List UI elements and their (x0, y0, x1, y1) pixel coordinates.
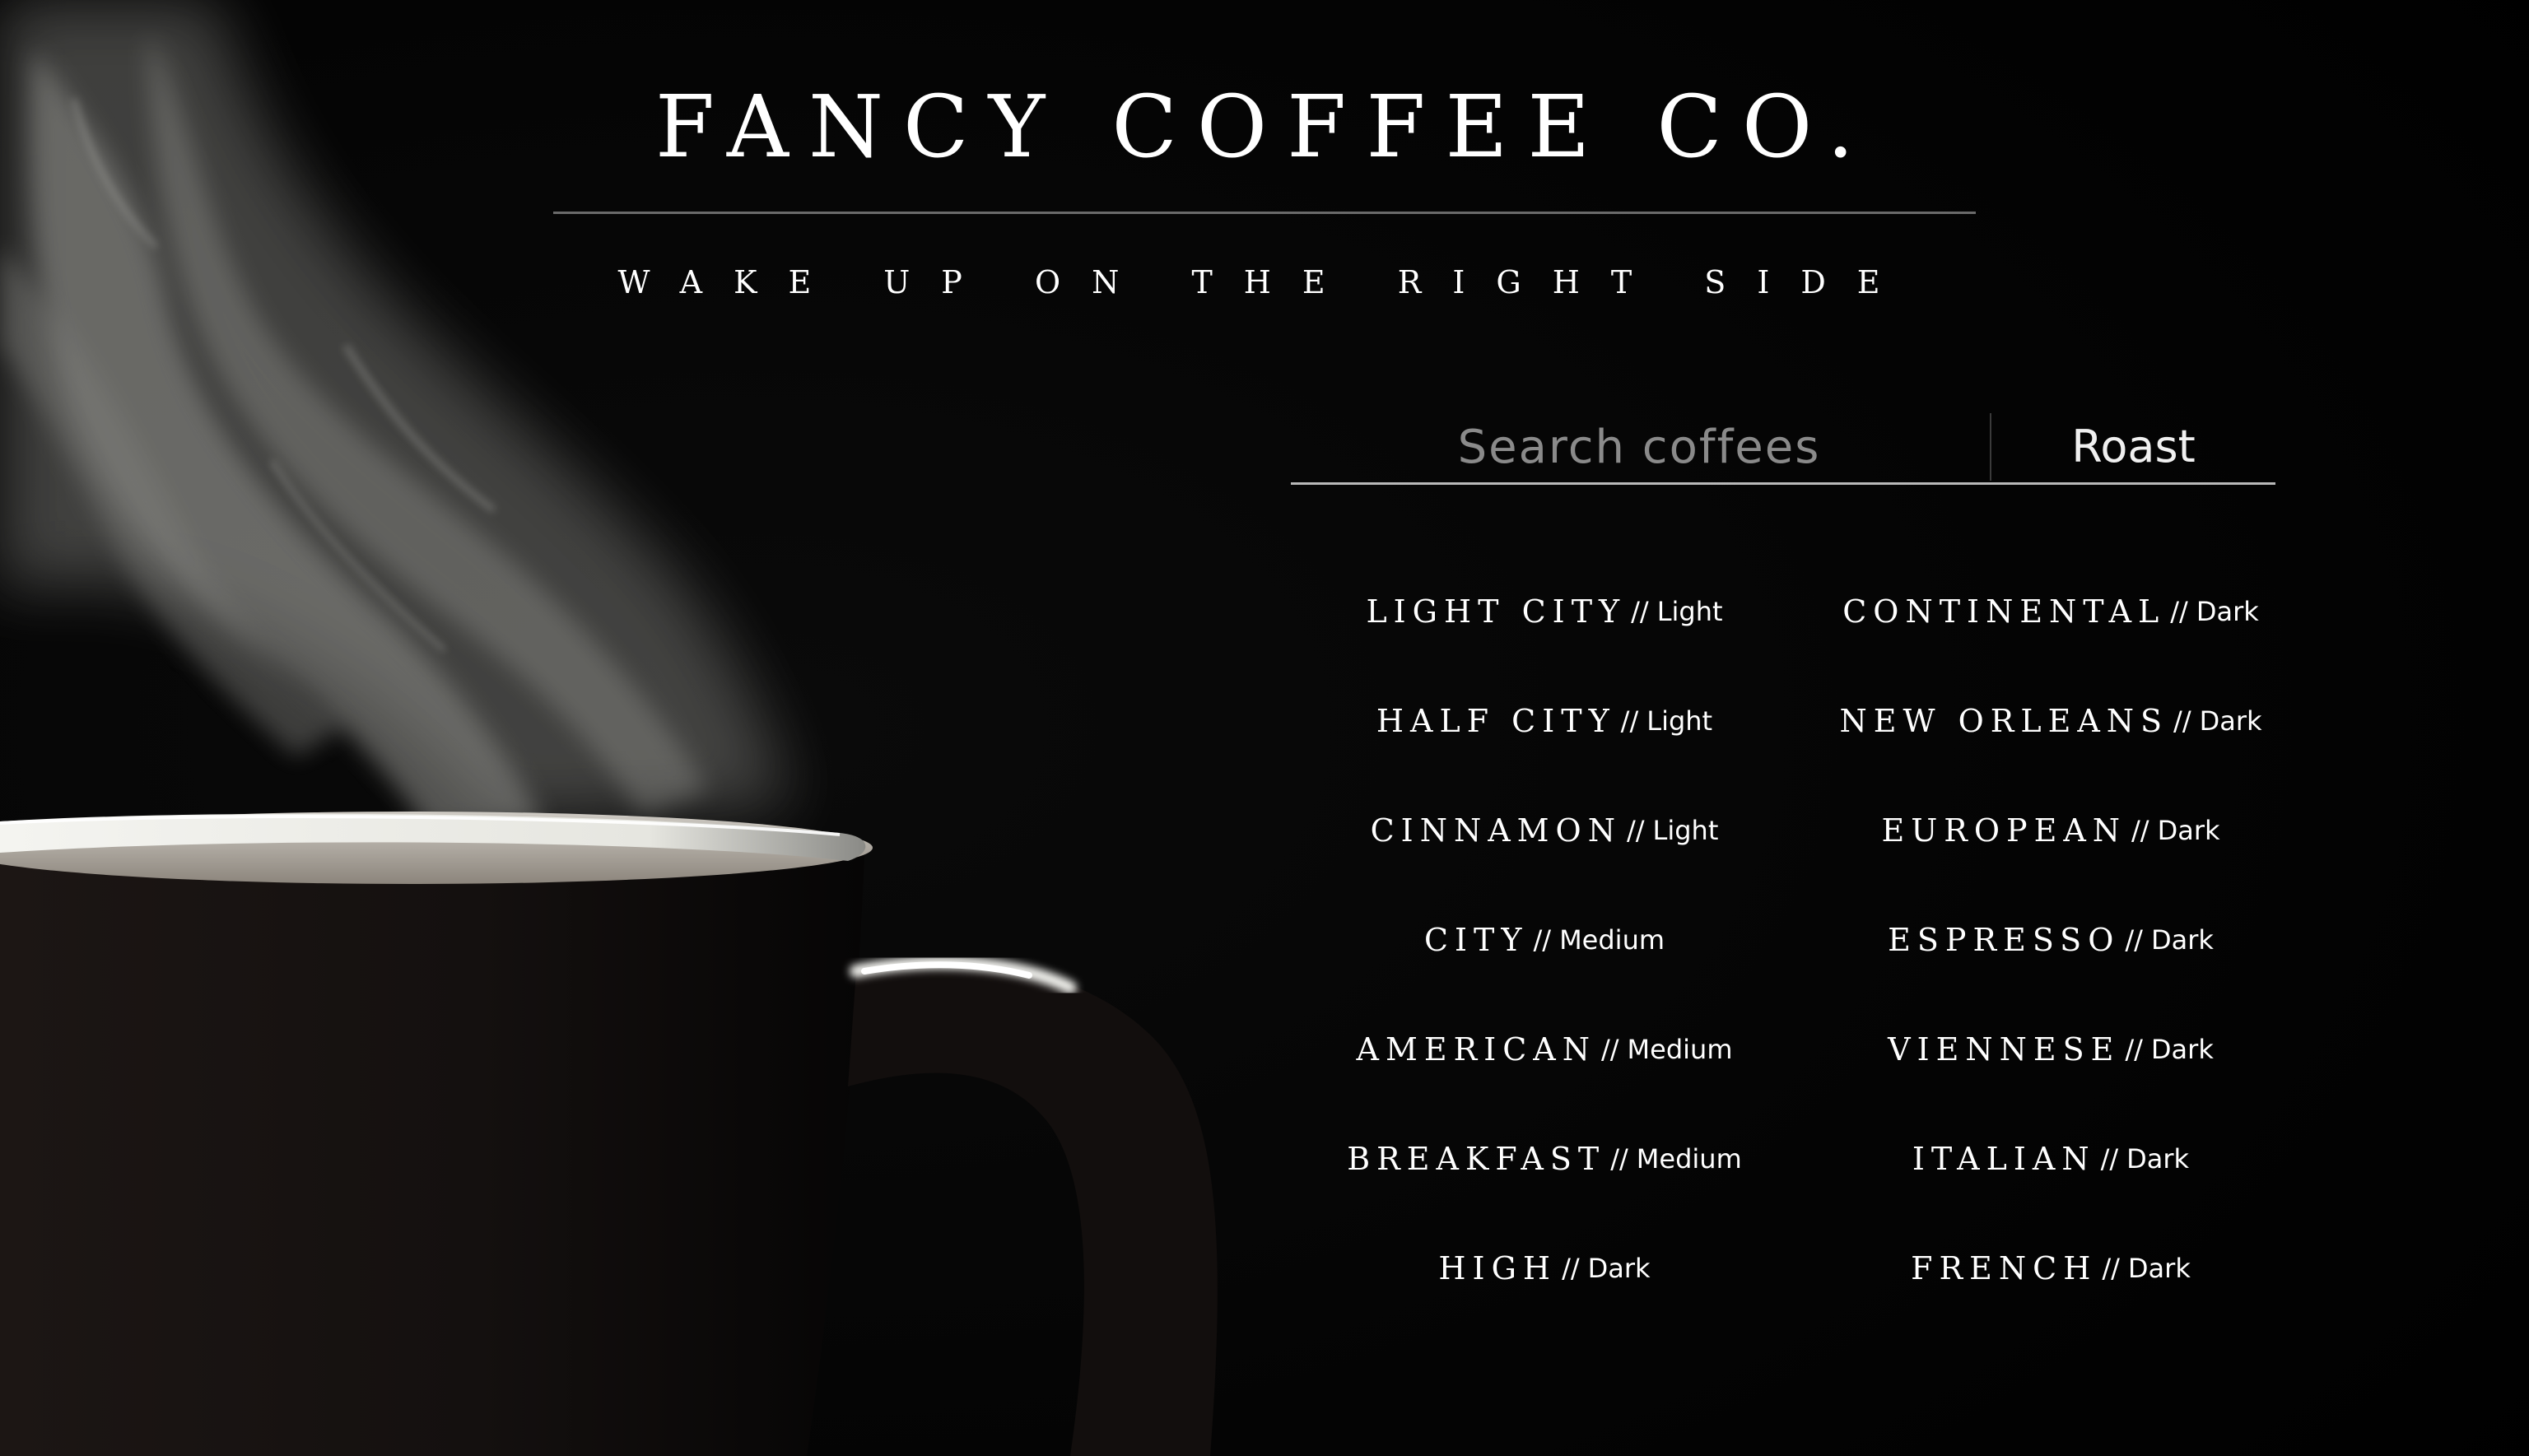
coffee-list-item[interactable]: CINNAMON//Light (1291, 775, 1798, 885)
roast-separator: // (2131, 814, 2149, 846)
coffee-roast: Light (1656, 595, 1723, 627)
coffee-list-item[interactable]: AMERICAN//Medium (1291, 994, 1798, 1104)
coffee-name: EUROPEAN (1881, 812, 2127, 849)
coffee-name: LIGHT CITY (1366, 593, 1627, 630)
coffee-name: ITALIAN (1912, 1140, 2096, 1177)
roast-filter-select[interactable]: Roast (1991, 412, 2275, 482)
roast-separator: // (1620, 705, 1639, 737)
coffee-name: CONTINENTAL (1842, 593, 2166, 630)
roast-separator: // (2170, 595, 2188, 627)
coffee-list-item[interactable]: CONTINENTAL//Dark (1798, 556, 2303, 666)
coffee-roast: Dark (1587, 1252, 1651, 1284)
coffee-roast: Light (1652, 814, 1719, 846)
coffee-name: ESPRESSO (1888, 921, 2121, 958)
roast-separator: // (1626, 814, 1645, 846)
coffee-name: HALF CITY (1376, 702, 1616, 739)
coffee-list-item[interactable]: VIENNESE//Dark (1798, 994, 2303, 1104)
roast-separator: // (2173, 705, 2191, 737)
coffee-list-item[interactable]: LIGHT CITY//Light (1291, 556, 1798, 666)
coffee-roast: Medium (1559, 923, 1665, 956)
brand-title: FANCY COFFEE CO. (654, 77, 1875, 177)
roast-separator: // (1600, 1033, 1619, 1065)
coffee-name: BREAKFAST (1347, 1140, 1606, 1177)
coffee-name: NEW ORLEANS (1839, 702, 2169, 739)
roast-separator: // (2100, 1142, 2119, 1175)
roast-separator: // (1631, 595, 1649, 627)
coffee-roast: Medium (1636, 1142, 1742, 1175)
coffee-list: LIGHT CITY//Light CONTINENTAL//Dark HALF C… (1291, 556, 2303, 1286)
roast-separator: // (1610, 1142, 1628, 1175)
coffee-roast: Light (1646, 705, 1713, 737)
coffee-name: AMERICAN (1356, 1030, 1596, 1068)
coffee-list-item[interactable]: NEW ORLEANS//Dark (1798, 666, 2303, 775)
coffee-name: CINNAMON (1370, 812, 1622, 849)
coffee-list-item[interactable]: FRENCH//Dark (1798, 1213, 2303, 1323)
coffee-roast: Dark (2127, 1252, 2191, 1284)
header-divider (553, 212, 1976, 214)
coffee-roast: Dark (2150, 1033, 2214, 1065)
coffee-list-item[interactable]: BREAKFAST//Medium (1291, 1104, 1798, 1213)
coffee-name: CITY (1423, 921, 1529, 958)
coffee-list-item[interactable]: EUROPEAN//Dark (1798, 775, 2303, 885)
roast-separator: // (1562, 1252, 1580, 1284)
coffee-list-item[interactable]: HIGH//Dark (1291, 1213, 1798, 1323)
roast-separator: // (1533, 923, 1552, 956)
search-input[interactable] (1291, 412, 1987, 482)
coffee-name: FRENCH (1911, 1249, 2098, 1286)
coffee-roast: Dark (2126, 1142, 2190, 1175)
roast-separator: // (2125, 1033, 2143, 1065)
search-bar: Roast (1291, 412, 2275, 485)
coffee-roast: Dark (2199, 705, 2262, 737)
tagline: WAKE UP ON THE RIGHT SIDE (617, 264, 1912, 300)
coffee-list-item[interactable]: ESPRESSO//Dark (1798, 885, 2303, 994)
coffee-list-item[interactable]: ITALIAN//Dark (1798, 1104, 2303, 1213)
coffee-list-item[interactable]: CITY//Medium (1291, 885, 1798, 994)
coffee-roast: Medium (1627, 1033, 1733, 1065)
coffee-name: VIENNESE (1888, 1030, 2121, 1068)
mug-body (0, 856, 864, 1456)
coffee-roast: Dark (2150, 923, 2214, 956)
roast-separator: // (2102, 1252, 2120, 1284)
coffee-list-item[interactable]: HALF CITY//Light (1291, 666, 1798, 775)
coffee-roast: Dark (2157, 814, 2220, 846)
coffee-name: HIGH (1438, 1249, 1558, 1286)
roast-separator: // (2125, 923, 2143, 956)
landing-page: FANCY COFFEE CO. WAKE UP ON THE RIGHT SI… (0, 0, 2529, 1456)
coffee-roast: Dark (2196, 595, 2259, 627)
